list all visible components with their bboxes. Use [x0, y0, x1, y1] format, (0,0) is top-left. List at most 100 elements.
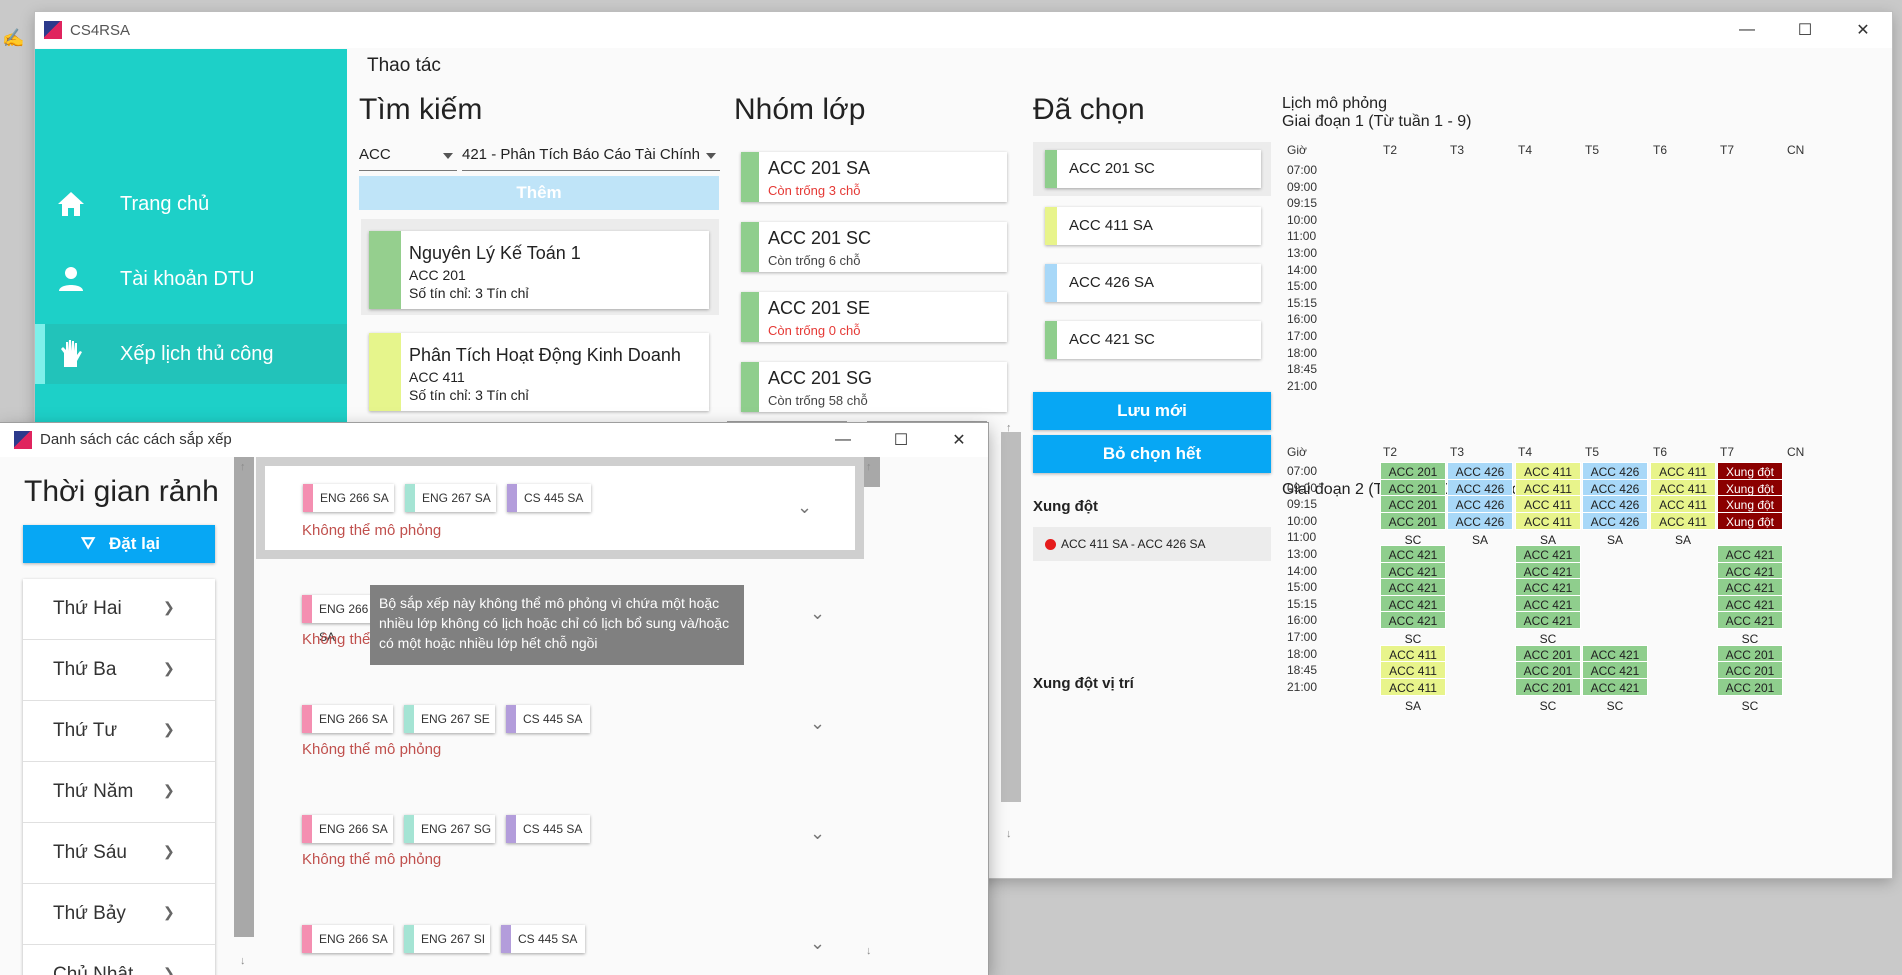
- chevron-down-icon[interactable]: ⌄: [810, 713, 825, 734]
- schedule-cell[interactable]: ACC 201 SC: [1380, 495, 1446, 530]
- schedule-cell[interactable]: ACC 421 SC: [1717, 594, 1783, 630]
- schedule-cell[interactable]: ACC 421 SC: [1380, 545, 1446, 580]
- schedule-cell[interactable]: ACC 426 SA: [1447, 478, 1513, 514]
- schedule-cell[interactable]: ACC 201 SC: [1380, 462, 1446, 497]
- conflict-cell[interactable]: Xung đột: [1717, 511, 1783, 530]
- group-scrollbar[interactable]: [1001, 432, 1021, 802]
- chevron-down-icon[interactable]: ⌄: [797, 497, 812, 518]
- day-item[interactable]: Chủ Nhật ❯: [23, 945, 215, 975]
- class-group-card[interactable]: ACC 201 SE Còn trống 0 chỗ: [741, 292, 1007, 342]
- day-item[interactable]: Thứ Hai ❯: [23, 579, 215, 640]
- conflict-cell[interactable]: Xung đột: [1717, 495, 1783, 514]
- schedule-cell[interactable]: ACC 421 SC: [1717, 561, 1783, 597]
- schedule-cell[interactable]: ACC 426 SA: [1447, 495, 1513, 530]
- chevron-down-icon[interactable]: ⌄: [810, 603, 825, 624]
- sidebar-item-account[interactable]: Tài khoản DTU: [35, 249, 347, 309]
- schedule-cell[interactable]: ACC 411 SA: [1380, 644, 1446, 680]
- subject-select[interactable]: 421 - Phân Tích Báo Cáo Tài Chính: [462, 142, 720, 171]
- schedule-cell[interactable]: ACC 421 SC: [1515, 578, 1581, 613]
- chevron-down-icon[interactable]: ⌄: [810, 823, 825, 844]
- schedule-cell[interactable]: ACC 411 SA: [1515, 511, 1581, 547]
- schedule-cell[interactable]: ACC 421 SC: [1515, 594, 1581, 630]
- schedule-cell[interactable]: ACC 421 SC: [1582, 677, 1648, 713]
- schedule-cell[interactable]: ACC 411 SA: [1380, 677, 1446, 713]
- conflict-cell[interactable]: Xung đột: [1717, 478, 1783, 497]
- schedule-cell[interactable]: ACC 201 SC: [1717, 644, 1783, 680]
- schedule-cell[interactable]: ACC 201 SC: [1515, 661, 1581, 696]
- schedule-cell[interactable]: ACC 421 SC: [1582, 644, 1648, 680]
- close-button[interactable]: ✕: [1834, 12, 1892, 48]
- minimize-button[interactable]: —: [1718, 12, 1776, 48]
- day-item[interactable]: Thứ Ba ❯: [23, 640, 215, 701]
- chevron-down-icon[interactable]: ⌄: [810, 933, 825, 954]
- schedule-cell[interactable]: ACC 426 SA: [1582, 478, 1648, 514]
- class-group-card[interactable]: ACC 201 SA Còn trống 3 chỗ: [741, 152, 1007, 202]
- schedule-cell[interactable]: ACC 411 SA: [1380, 661, 1446, 696]
- schedule-cell[interactable]: ACC 426 SA: [1582, 495, 1648, 530]
- schedule-cell[interactable]: ACC 421 SC: [1380, 561, 1446, 597]
- schedule-cell[interactable]: ACC 421 SC: [1515, 561, 1581, 597]
- schedule-cell[interactable]: ACC 426 SA: [1447, 511, 1513, 547]
- schedule-cell[interactable]: ACC 421 SC: [1515, 545, 1581, 580]
- schedule-cell[interactable]: ACC 411 SA: [1515, 478, 1581, 514]
- day-item[interactable]: Thứ Sáu ❯: [23, 823, 215, 884]
- scroll-up-icon[interactable]: ↑: [866, 461, 872, 473]
- day-item[interactable]: Thứ Năm ❯: [23, 762, 215, 823]
- sidebar-item-manual-schedule[interactable]: Xếp lịch thủ công: [35, 324, 347, 384]
- class-group-card[interactable]: ACC 201 SG Còn trống 58 chỗ: [741, 362, 1007, 412]
- minimize-button[interactable]: —: [814, 423, 872, 457]
- schedule-cell[interactable]: ACC 426 SA: [1447, 462, 1513, 497]
- selected-item[interactable]: ACC 426 SA: [1045, 264, 1261, 302]
- maximize-button[interactable]: ☐: [1776, 12, 1834, 48]
- schedule-cell[interactable]: ACC 421 SC: [1717, 545, 1783, 580]
- schedule-cell[interactable]: ACC 201 SC: [1515, 677, 1581, 713]
- arrangement-item[interactable]: ENG 266 SA ENG 267 SA CS 445 SA Không th…: [256, 457, 864, 559]
- sidebar-item-home[interactable]: Trang chủ: [35, 174, 347, 234]
- schedule-cell[interactable]: ACC 421 SC: [1380, 611, 1446, 646]
- schedule-cell[interactable]: ACC 411 SA: [1650, 511, 1716, 547]
- schedule-cell[interactable]: ACC 201 SC: [1380, 511, 1446, 547]
- schedule-cell[interactable]: ACC 421 SC: [1380, 578, 1446, 613]
- selected-item[interactable]: ACC 201 SC: [1045, 150, 1261, 188]
- schedule-cell[interactable]: ACC 421 SC: [1582, 661, 1648, 696]
- person-icon: [55, 263, 87, 295]
- subject-card[interactable]: Nguyên Lý Kế Toán 1 ACC 201 Số tín chỉ: …: [369, 231, 709, 309]
- schedule-cell[interactable]: ACC 411 SA: [1515, 495, 1581, 530]
- schedule-cell[interactable]: ACC 201 SC: [1380, 478, 1446, 514]
- scroll-up-icon[interactable]: ↑: [1006, 422, 1012, 434]
- clear-all-button[interactable]: Bỏ chọn hết: [1033, 435, 1271, 473]
- schedule-cell[interactable]: ACC 411 SA: [1650, 478, 1716, 514]
- schedule-cell[interactable]: ACC 411 SA: [1650, 495, 1716, 530]
- schedule-cell[interactable]: ACC 421 SC: [1717, 611, 1783, 646]
- schedule-cell[interactable]: ACC 201 SC: [1717, 661, 1783, 696]
- close-button[interactable]: ✕: [930, 423, 988, 457]
- schedule-cell[interactable]: ACC 421 SC: [1515, 611, 1581, 646]
- selected-item[interactable]: ACC 411 SA: [1045, 207, 1261, 245]
- schedule-cell[interactable]: ACC 421 SC: [1380, 594, 1446, 630]
- subject-card[interactable]: Phân Tích Hoạt Động Kinh Doanh ACC 411 S…: [369, 333, 709, 411]
- class-group-card[interactable]: ACC 201 SC Còn trống 6 chỗ: [741, 222, 1007, 272]
- group-color-bar: [741, 362, 759, 412]
- schedule-cell[interactable]: ACC 411 SA: [1650, 462, 1716, 497]
- arrangement-item[interactable]: ENG 266 SA ENG 267 SG CS 445 SA Không th…: [265, 787, 850, 881]
- save-new-button[interactable]: Lưu mới: [1033, 392, 1271, 430]
- schedule-cell[interactable]: ACC 201 SC: [1515, 644, 1581, 680]
- schedule-cell[interactable]: ACC 426 SA: [1582, 462, 1648, 497]
- day-item[interactable]: Thứ Bảy ❯: [23, 884, 215, 945]
- maximize-button[interactable]: ☐: [872, 423, 930, 457]
- selected-item[interactable]: ACC 421 SC: [1045, 321, 1261, 359]
- scroll-down-icon[interactable]: ↓: [866, 945, 872, 957]
- reset-button[interactable]: ⛛ Đặt lại: [23, 525, 215, 563]
- schedule-cell[interactable]: ACC 421 SC: [1717, 578, 1783, 613]
- conflict-cell[interactable]: Xung đột: [1717, 462, 1783, 480]
- arrangement-item[interactable]: ENG 266 SA ENG 267 SE CS 445 SA Không th…: [265, 677, 850, 771]
- conflict-item[interactable]: ACC 411 SA - ACC 426 SA: [1033, 527, 1271, 561]
- arrangement-item[interactable]: ENG 266 SA ENG 267 SI CS 445 SA ⌄: [265, 897, 850, 975]
- schedule-cell[interactable]: ACC 201 SC: [1717, 677, 1783, 713]
- scroll-down-icon[interactable]: ↓: [1006, 828, 1012, 840]
- schedule-cell[interactable]: ACC 426 SA: [1582, 511, 1648, 547]
- department-select[interactable]: ACC: [359, 142, 457, 171]
- schedule-cell[interactable]: ACC 411 SA: [1515, 462, 1581, 497]
- add-button[interactable]: Thêm: [359, 176, 719, 210]
- day-item[interactable]: Thứ Tư ❯: [23, 701, 215, 762]
